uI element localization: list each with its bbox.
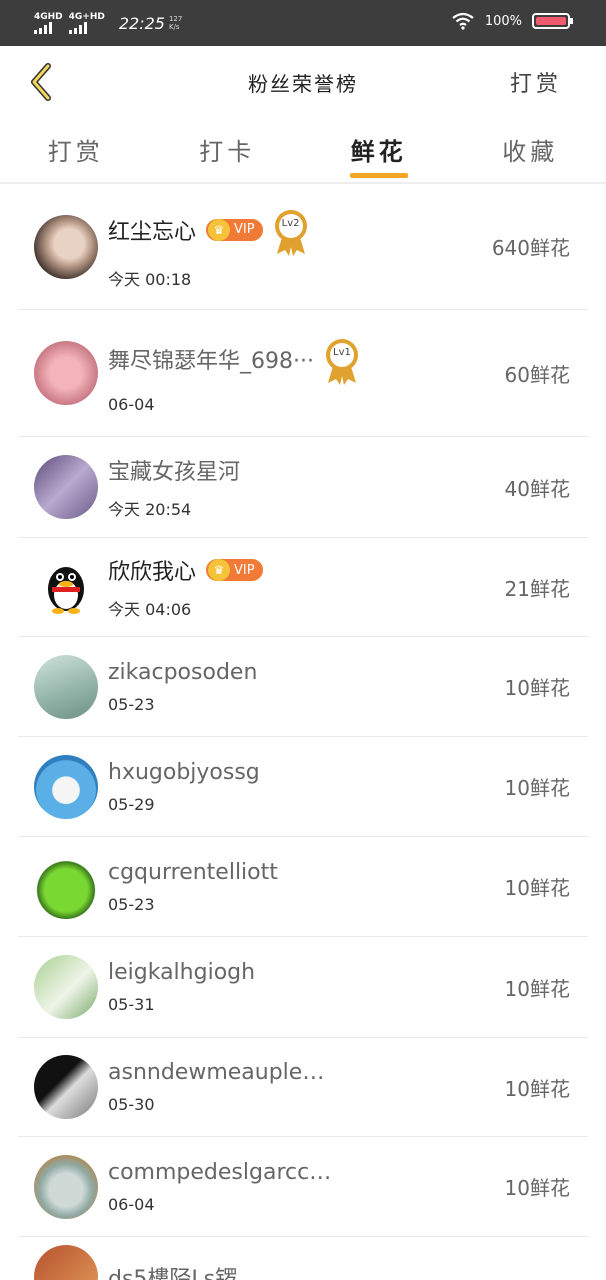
name-line: ds5樓陉Ls锣	[108, 1261, 588, 1280]
avatar[interactable]	[34, 1244, 98, 1280]
signal-2: 4G+HD	[68, 12, 105, 34]
user-name: 宝藏女孩星河	[108, 460, 241, 485]
vip-label: VIP	[234, 222, 255, 237]
nav-bar: 粉丝荣誉榜 打赏	[0, 46, 606, 118]
user-name: asnndewmeauplemees···	[108, 1060, 338, 1085]
signal-bars-icon	[34, 22, 52, 34]
level-label: Lv2	[281, 217, 300, 229]
flower-count: 10鲜花	[504, 1076, 570, 1101]
flower-count: 10鲜花	[504, 876, 570, 900]
crown-icon: ♛	[208, 218, 231, 241]
clock: 22:25	[118, 13, 165, 33]
user-name: cgqurrentelliott	[108, 859, 278, 885]
avatar[interactable]	[34, 555, 98, 619]
battery-fill	[536, 17, 566, 25]
battery-percent: 100%	[484, 13, 522, 29]
list-item[interactable]: zikacposoden 05-23 10鲜花	[18, 637, 588, 737]
tab-favorites[interactable]: 收藏	[455, 118, 606, 182]
reward-button[interactable]: 打赏	[510, 66, 562, 98]
signal-bars-icon	[68, 22, 87, 34]
list-item[interactable]: 舞尽锦瑟年华_698··· Lv1 06-04 60鲜花	[18, 310, 588, 437]
date-label: 06-04	[108, 394, 155, 414]
avatar[interactable]	[34, 1055, 98, 1119]
user-name: 欣欣我心	[108, 560, 197, 585]
vip-badge: ♛ VIP	[206, 559, 263, 581]
user-name: leigkalhgiogh	[108, 960, 256, 985]
level-medal-icon: Lv2	[273, 208, 309, 256]
tab-bar: 打赏 打卡 鲜花 收藏	[0, 118, 606, 184]
list-item[interactable]: 欣欣我心 ♛ VIP 今天 04:06 21鲜花	[18, 538, 588, 637]
user-name: 舞尽锦瑟年华_698···	[108, 348, 314, 374]
list-item[interactable]: leigkalhgiogh 05-31 10鲜花	[18, 937, 588, 1038]
avatar[interactable]	[34, 1154, 98, 1219]
signal-2-label: 4G+HD	[68, 12, 105, 22]
tab-flowers[interactable]: 鲜花	[303, 118, 455, 182]
flower-count: 10鲜花	[504, 676, 570, 700]
net-speed-unit: K/s	[168, 23, 180, 31]
date-label: 今天 00:18	[108, 269, 192, 289]
wifi-icon	[452, 12, 474, 30]
user-name: commpedeslgarcconsl	[108, 1159, 338, 1185]
list-item[interactable]: hxugobjyossg 05-29 10鲜花	[18, 737, 588, 837]
crown-icon: ♛	[208, 559, 231, 581]
avatar[interactable]	[34, 455, 98, 519]
list-item[interactable]: asnndewmeauplemees···05-3010鲜花	[18, 1038, 588, 1137]
flower-count: 10鲜花	[504, 1176, 570, 1200]
status-right: 100%	[451, 12, 573, 30]
fan-list: 红尘忘心 ♛ VIP Lv2 今天 00:18 640鲜花 舞尽锦瑟年华_698··· Lv1…	[0, 184, 606, 1280]
user-info: ds5樓陉Ls锣	[108, 1261, 588, 1280]
flower-count: 60鲜花	[504, 362, 570, 387]
user-name: 红尘忘心	[108, 219, 197, 245]
list-item[interactable]: 宝藏女孩星河 今天 20:54 40鲜花	[18, 437, 588, 538]
flower-count: 40鲜花	[504, 476, 570, 501]
net-speed: 127 K/s	[169, 15, 182, 31]
user-name: ds5樓陉Ls锣	[108, 1266, 238, 1280]
level-label: Lv1	[333, 346, 351, 358]
user-name: zikacposoden	[108, 659, 258, 685]
user-name: hxugobjyossg	[108, 759, 260, 785]
flower-count: 10鲜花	[504, 976, 570, 1001]
list-item[interactable]: ds5樓陉Ls锣	[18, 1237, 588, 1280]
level-medal-icon: Lv1	[324, 337, 360, 385]
signal-1: 4GHD	[34, 12, 63, 34]
list-item[interactable]: 红尘忘心 ♛ VIP Lv2 今天 00:18 640鲜花	[18, 184, 588, 310]
vip-label: VIP	[234, 562, 255, 578]
list-item[interactable]: commpedeslgarcconsl 06-04 10鲜花	[18, 1137, 588, 1237]
vip-badge: ♛ VIP	[206, 218, 263, 241]
flower-count: 21鲜花	[504, 576, 570, 601]
flower-count: 640鲜花	[491, 236, 570, 260]
avatar[interactable]	[34, 854, 98, 919]
tab-checkin[interactable]: 打卡	[152, 118, 304, 182]
flower-count: 10鲜花	[504, 776, 570, 800]
avatar[interactable]	[34, 754, 98, 819]
net-speed-value: 127	[168, 15, 183, 23]
tab-reward[interactable]: 打赏	[0, 118, 152, 182]
avatar[interactable]	[34, 341, 98, 405]
avatar[interactable]	[34, 654, 98, 719]
avatar[interactable]	[34, 214, 98, 279]
list-item[interactable]: cgqurrentelliott 05-23 10鲜花	[18, 837, 588, 937]
signal-1-label: 4GHD	[34, 12, 63, 22]
status-bar: 4GHD 4G+HD 22:25 127 K/s 100%	[0, 0, 606, 46]
avatar[interactable]	[34, 955, 98, 1019]
battery-icon	[532, 13, 573, 29]
penguin-icon	[48, 567, 84, 614]
